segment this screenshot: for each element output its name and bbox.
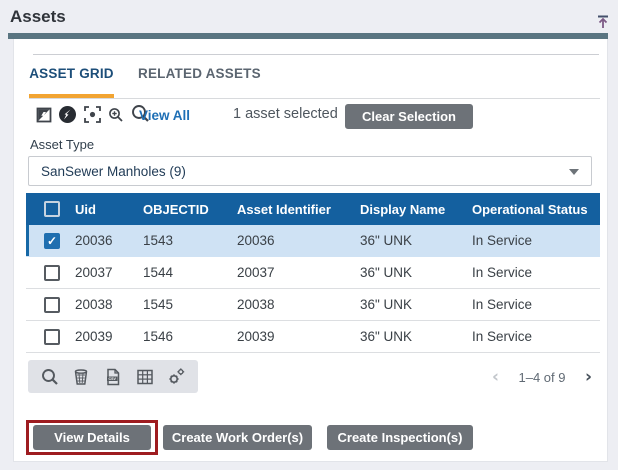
cell-operational-status: In Service	[472, 329, 600, 344]
page-title: Assets	[10, 7, 66, 27]
cell-asset-identifier: 20037	[237, 265, 360, 280]
row-checkbox[interactable]	[44, 297, 60, 313]
cell-display-name: 36" UNK	[360, 297, 472, 312]
cell-objectid: 1543	[143, 233, 237, 248]
cell-operational-status: In Service	[472, 297, 600, 312]
table-header-row: Uid OBJECTID Asset Identifier Display Na…	[26, 193, 600, 225]
divider	[33, 54, 599, 55]
table-body: ✓ 20036 1543 20036 36" UNK In Service 20…	[26, 225, 600, 353]
cell-uid: 20036	[75, 233, 143, 248]
create-inspections-button[interactable]: Create Inspection(s)	[327, 425, 473, 450]
page-range-label: 1–4 of 9	[519, 370, 566, 385]
clear-selection-button[interactable]: Clear Selection	[345, 104, 473, 129]
cell-operational-status: In Service	[472, 233, 600, 248]
selection-count-label: 1 asset selected	[233, 106, 338, 122]
grid-footer-toolbar: CSV	[28, 360, 198, 393]
cell-asset-identifier: 20036	[237, 233, 360, 248]
table-row[interactable]: 20039 1546 20039 36" UNK In Service	[26, 321, 600, 353]
svg-text:CSV: CSV	[108, 377, 116, 381]
cell-display-name: 36" UNK	[360, 233, 472, 248]
select-all-checkbox[interactable]	[44, 201, 60, 217]
collapse-panel-button[interactable]	[594, 13, 612, 31]
cell-objectid: 1545	[143, 297, 237, 312]
cell-uid: 20037	[75, 265, 143, 280]
assets-panel: Assets ASSET GRID RELATED ASSETS	[0, 0, 618, 470]
cell-objectid: 1544	[143, 265, 237, 280]
table-row[interactable]: 20037 1544 20037 36" UNK In Service	[26, 257, 600, 289]
column-header-display-name[interactable]: Display Name	[360, 202, 472, 217]
row-checkbox-cell	[26, 265, 75, 281]
row-checkbox[interactable]	[44, 265, 60, 281]
previous-page-button[interactable]: ‹	[492, 367, 499, 387]
create-work-orders-button[interactable]: Create Work Order(s)	[163, 425, 312, 450]
asset-type-label: Asset Type	[30, 137, 94, 152]
row-checkbox-cell: ✓	[26, 233, 75, 249]
column-layout-icon[interactable]	[135, 367, 155, 387]
column-header-uid[interactable]: Uid	[75, 202, 143, 217]
column-header-objectid[interactable]: OBJECTID	[143, 202, 237, 217]
view-details-button[interactable]: View Details	[33, 425, 151, 450]
grid-settings-icon[interactable]	[166, 367, 186, 387]
chevron-down-icon	[569, 169, 579, 175]
column-header-operational-status[interactable]: Operational Status	[472, 202, 600, 217]
cell-operational-status: In Service	[472, 265, 600, 280]
asset-type-value: SanSewer Manholes (9)	[41, 164, 186, 179]
row-checkbox-cell	[26, 297, 75, 313]
cell-uid: 20038	[75, 297, 143, 312]
cell-asset-identifier: 20039	[237, 329, 360, 344]
export-csv-icon[interactable]: CSV	[103, 367, 123, 387]
column-header-asset-identifier[interactable]: Asset Identifier	[237, 202, 360, 217]
zoom-to-selection-icon[interactable]	[84, 106, 101, 123]
next-page-button[interactable]: ›	[585, 367, 592, 387]
tab-related-assets[interactable]: RELATED ASSETS	[138, 66, 261, 81]
search-icon[interactable]	[40, 367, 60, 387]
cell-uid: 20039	[75, 329, 143, 344]
row-checkbox[interactable]	[44, 329, 60, 345]
header-checkbox-cell	[26, 201, 75, 217]
flash-selection-icon[interactable]	[36, 107, 52, 123]
tab-asset-grid[interactable]: ASSET GRID	[29, 66, 114, 81]
cell-display-name: 36" UNK	[360, 265, 472, 280]
asset-type-dropdown[interactable]: SanSewer Manholes (9)	[28, 156, 592, 186]
clear-flash-icon[interactable]	[58, 105, 77, 124]
delete-icon[interactable]	[71, 367, 91, 387]
table-row[interactable]: ✓ 20036 1543 20036 36" UNK In Service	[26, 225, 600, 257]
row-checkbox-cell	[26, 329, 75, 345]
view-all-link[interactable]: View All	[139, 108, 190, 123]
collapse-up-icon	[594, 13, 612, 31]
zoom-in-icon[interactable]	[108, 107, 124, 123]
cell-asset-identifier: 20038	[237, 297, 360, 312]
pagination: ‹ 1–4 of 9 ›	[492, 366, 592, 388]
table-row[interactable]: 20038 1545 20038 36" UNK In Service	[26, 289, 600, 321]
tab-divider	[29, 98, 600, 99]
row-checkbox[interactable]: ✓	[44, 233, 60, 249]
cell-objectid: 1546	[143, 329, 237, 344]
asset-grid-table: Uid OBJECTID Asset Identifier Display Na…	[26, 193, 600, 353]
cell-display-name: 36" UNK	[360, 329, 472, 344]
